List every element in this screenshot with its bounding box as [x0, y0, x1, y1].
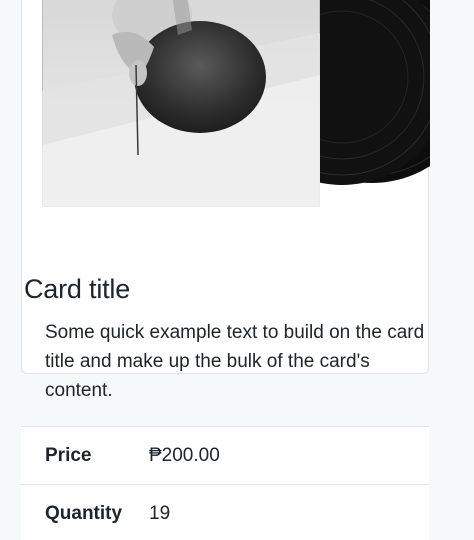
quantity-label: Quantity [45, 503, 123, 524]
price-label: Price [45, 445, 92, 466]
card-title: Card title [24, 274, 131, 304]
list-item: Price ₱200.00 [21, 427, 429, 485]
price-value: ₱200.00 [149, 445, 220, 466]
page: Card title Some quick example text to bu… [0, 0, 474, 540]
quantity-value: 19 [149, 503, 171, 524]
album-art-image [42, 0, 430, 207]
list-item: Quantity 19 [21, 485, 429, 540]
card-image [42, 0, 430, 213]
product-details-list: Price ₱200.00 Quantity 19 [21, 426, 429, 540]
card-text: Some quick example text to build on the … [45, 322, 425, 401]
